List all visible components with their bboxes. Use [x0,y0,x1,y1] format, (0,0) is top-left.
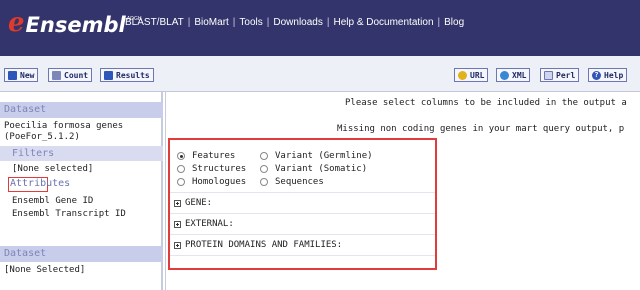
new-button-label: New [20,70,35,80]
perl-icon [544,70,553,80]
radio-variant-somatic-control[interactable] [260,165,268,173]
section-protein-domains-label: PROTEIN DOMAINS AND FAMILIES: [185,240,343,250]
radio-variant-germline-control[interactable] [260,152,268,160]
expand-plus-icon[interactable] [174,241,181,249]
second-dataset-value[interactable]: [None Selected] [4,265,85,276]
radio-homologues-label: Homologues [192,177,247,187]
radio-homologues[interactable]: Homologues [177,177,246,187]
xml-icon [500,70,509,80]
radio-structures[interactable]: Structures [177,164,246,174]
logo-e-mark: e [8,8,25,38]
radio-variant-germline[interactable]: Variant (Germline) [260,151,373,161]
section-divider [170,255,435,256]
section-gene-label: GENE: [185,198,213,208]
radio-structures-label: Structures [192,164,247,174]
nav-tools[interactable]: Tools [235,17,266,28]
perl-button[interactable]: Perl [540,68,580,82]
radio-features[interactable]: Features [177,151,235,161]
section-external-label: EXTERNAL: [185,219,234,229]
dataset-version[interactable]: (PoeFor_5.1.2) [4,132,80,143]
help-icon: ? [592,70,601,80]
count-button[interactable]: Count [48,68,93,82]
url-button-label: URL [470,70,485,80]
xml-button-label: XML [512,70,527,80]
radio-sequences-label: Sequences [275,177,324,187]
radio-features-control[interactable] [177,152,185,160]
new-button[interactable]: New [4,68,39,82]
filters-header[interactable]: Filters [0,146,163,161]
results-button[interactable]: Results [100,68,154,82]
count-button-label: Count [64,70,89,80]
mart-toolbar: New Count Results URL XML Perl ? Help [0,56,640,92]
instruction-message: Please select columns to be included in … [345,98,627,108]
nav-downloads[interactable]: Downloads [269,17,326,28]
top-header: e Ensembl ADGH BLAST/BLAT | BioMart | To… [0,0,640,56]
panel-divider [165,92,166,290]
top-nav: BLAST/BLAT | BioMart | Tools | Downloads… [121,17,468,28]
logo-wordmark: Ensembl [25,13,126,37]
nav-biomart[interactable]: BioMart [190,17,232,28]
expand-plus-icon[interactable] [174,220,181,228]
nav-blast-blat[interactable]: BLAST/BLAT [121,17,188,28]
help-button-label: Help [604,70,624,80]
warning-message: Missing non coding genes in your mart qu… [337,124,625,134]
results-icon [104,70,113,80]
help-button[interactable]: ? Help [588,68,628,82]
url-button[interactable]: URL [454,68,489,82]
expand-plus-icon[interactable] [174,199,181,207]
attribute-transcript-id[interactable]: Ensembl Transcript ID [12,209,126,220]
radio-sequences[interactable]: Sequences [260,177,324,187]
radio-homologues-control[interactable] [177,178,185,186]
xml-button[interactable]: XML [496,68,531,82]
dataset-header[interactable]: Dataset [0,102,163,118]
radio-variant-germline-label: Variant (Germline) [275,151,373,161]
section-external[interactable]: EXTERNAL: [170,214,435,234]
radio-variant-somatic[interactable]: Variant (Somatic) [260,164,367,174]
count-icon [52,70,61,80]
mart-sidebar: Dataset Poecilia formosa genes (PoeFor_5… [0,92,163,290]
radio-sequences-control[interactable] [260,178,268,186]
radio-features-label: Features [192,151,236,161]
url-icon [458,70,467,80]
second-dataset-header[interactable]: Dataset [0,246,163,262]
results-button-label: Results [116,70,150,80]
nav-help-documentation[interactable]: Help & Documentation [329,17,437,28]
section-protein-domains[interactable]: PROTEIN DOMAINS AND FAMILIES: [170,235,435,255]
attributes-header[interactable]: Attributes [8,177,70,192]
filters-value[interactable]: [None selected] [12,164,93,175]
nav-blog[interactable]: Blog [440,17,468,28]
section-gene[interactable]: GENE: [170,193,435,213]
new-icon [8,70,17,80]
dataset-name[interactable]: Poecilia formosa genes [4,121,123,132]
attribute-gene-id[interactable]: Ensembl Gene ID [12,196,93,207]
radio-variant-somatic-label: Variant (Somatic) [275,164,368,174]
perl-button-label: Perl [556,70,576,80]
radio-structures-control[interactable] [177,165,185,173]
